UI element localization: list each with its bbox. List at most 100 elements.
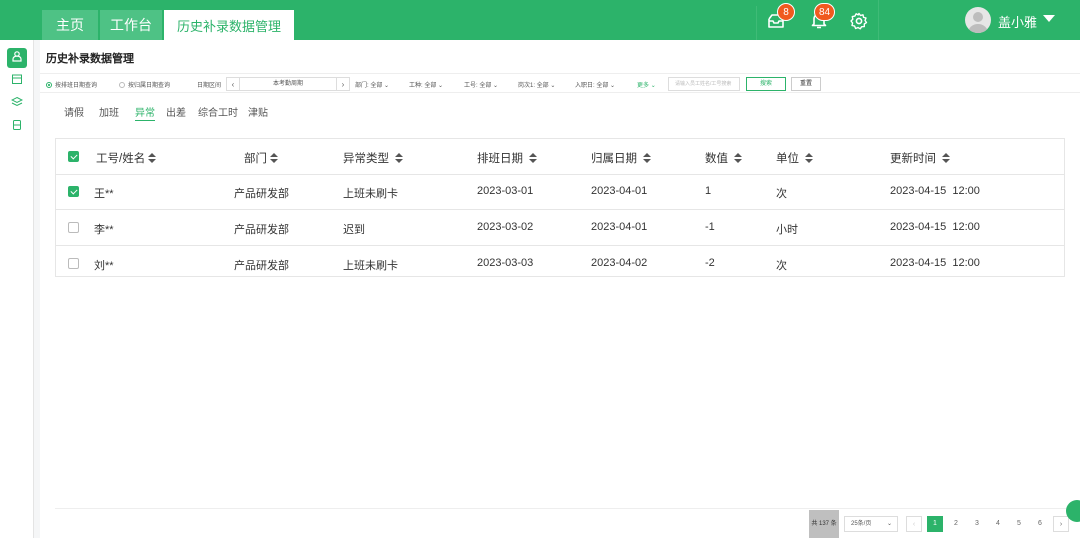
messages-button[interactable]: 8 <box>756 3 795 40</box>
chevron-down-icon[interactable] <box>1043 15 1055 22</box>
chevron-left-icon: ‹ <box>912 521 916 528</box>
page-size-value: 25条/页 <box>851 521 872 527</box>
search-input[interactable]: 请输入员工姓名/工号搜索 <box>668 77 740 91</box>
cell-type: 上班未刷卡 <box>343 188 398 200</box>
divider <box>878 0 879 40</box>
cell-updated: 2023-04-15 12:00 <box>890 221 980 233</box>
filter-more[interactable]: 更多 ⌄ <box>637 80 656 89</box>
header-label: 部门 <box>244 153 267 165</box>
cell-unit: 次 <box>776 188 787 200</box>
page-button-4[interactable]: 4 <box>990 516 1006 532</box>
sort-icon <box>148 153 157 163</box>
column-header-unit[interactable]: 单位 <box>776 150 814 166</box>
sort-icon <box>805 153 814 163</box>
sort-icon <box>643 153 652 163</box>
column-header-schedule-date[interactable]: 排班日期 <box>477 150 538 166</box>
tab-business-trip[interactable]: 出差 <box>166 104 186 119</box>
date-range-picker[interactable]: ‹ 本考勤周期 › <box>226 77 350 91</box>
table-row[interactable]: 王** 产品研发部 上班未刷卡 2023-03-01 2023-04-01 1 … <box>56 174 1064 210</box>
filter-department[interactable]: 部门: 全部 ⌄ <box>355 80 389 89</box>
filter-more-label: 更多 <box>637 83 650 89</box>
layers-icon <box>10 95 24 113</box>
tab-composite-hours[interactable]: 综合工时 <box>198 104 238 119</box>
cell-value: 1 <box>705 185 712 197</box>
cell-schedule-date: 2023-03-03 <box>477 257 534 269</box>
sort-icon <box>529 153 538 163</box>
row-checkbox[interactable] <box>68 186 79 197</box>
radio-label: 按排班日期查询 <box>55 83 98 89</box>
column-header-name[interactable]: 工号/姓名 <box>96 150 157 166</box>
tab-overtime[interactable]: 加班 <box>99 104 119 119</box>
filter-label: 入职日: 全部 <box>575 83 609 89</box>
cell-schedule-date: 2023-03-02 <box>477 221 534 233</box>
chevron-right-icon[interactable]: › <box>337 80 349 89</box>
sidebar-item-database[interactable] <box>7 117 27 137</box>
filter-worktype[interactable]: 工种: 全部 ⌄ <box>409 80 443 89</box>
prev-page-button[interactable]: ‹ <box>906 516 922 532</box>
column-header-value[interactable]: 数值 <box>705 150 743 166</box>
next-page-button[interactable]: › <box>1053 516 1069 532</box>
tab-allowance[interactable]: 津贴 <box>248 104 268 119</box>
chevron-down-icon: ⌄ <box>650 83 656 89</box>
page-size-select[interactable]: 25条/页 ⌄ <box>844 516 898 532</box>
top-navigation-bar: 主页 工作台 历史补录数据管理 8 84 盖小雅 <box>0 0 1080 40</box>
header-label: 单位 <box>776 153 799 165</box>
header-label: 归属日期 <box>591 153 637 165</box>
sort-icon <box>395 153 404 163</box>
chevron-left-icon[interactable]: ‹ <box>227 80 239 89</box>
left-sidebar <box>0 40 34 538</box>
table-row[interactable]: 李** 产品研发部 迟到 2023-03-02 2023-04-01 -1 小时… <box>56 210 1064 246</box>
tab-workbench[interactable]: 工作台 <box>100 10 162 40</box>
header-label: 数值 <box>705 153 728 165</box>
user-card-icon <box>11 49 23 67</box>
row-checkbox[interactable] <box>68 258 79 269</box>
chevron-down-icon: ⌄ <box>550 83 556 89</box>
table-row[interactable]: 刘** 产品研发部 上班未刷卡 2023-03-03 2023-04-02 -2… <box>56 246 1064 282</box>
username[interactable]: 盖小雅 <box>998 12 1037 31</box>
search-button[interactable]: 搜索 <box>746 77 786 91</box>
database-icon <box>11 118 23 136</box>
cell-schedule-date: 2023-03-01 <box>477 185 534 197</box>
tab-home[interactable]: 主页 <box>42 10 98 40</box>
page-button-1[interactable]: 1 <box>927 516 943 532</box>
sort-icon <box>270 153 278 163</box>
column-header-belong-date[interactable]: 归属日期 <box>591 150 652 166</box>
sidebar-item-data[interactable] <box>7 48 27 68</box>
gear-icon <box>850 12 868 35</box>
tab-history-data-management[interactable]: 历史补录数据管理 <box>164 10 294 40</box>
tab-exception[interactable]: 异常 <box>135 104 155 121</box>
radio-checked-icon <box>46 82 52 88</box>
filter-label: 岗次1: 全部 <box>518 83 549 89</box>
settings-button[interactable] <box>840 6 878 40</box>
row-checkbox[interactable] <box>68 222 79 233</box>
column-header-dept[interactable]: 部门 <box>244 150 278 166</box>
page-button-2[interactable]: 2 <box>948 516 964 532</box>
filter-workno[interactable]: 工号: 全部 ⌄ <box>464 80 498 89</box>
notifications-button[interactable]: 84 <box>800 3 838 40</box>
reset-button[interactable]: 重置 <box>791 77 821 91</box>
header-label: 异常类型 <box>343 153 389 165</box>
cell-updated: 2023-04-15 12:00 <box>890 257 980 269</box>
radio-by-belong-date[interactable]: 按归属日期查询 <box>119 80 170 89</box>
main-content: 历史补录数据管理 按排班日期查询 按归属日期查询 日期区间 ‹ 本考勤周期 › … <box>40 40 1080 538</box>
column-header-type[interactable]: 异常类型 <box>343 150 404 166</box>
sidebar-item-layers[interactable] <box>7 94 27 114</box>
cell-name: 李** <box>94 224 114 236</box>
data-table: 工号/姓名 部门 异常类型 排班日期 归属日期 数值 单位 更新时间 王** 产… <box>55 138 1065 277</box>
sidebar-item-calendar[interactable] <box>7 71 27 91</box>
filter-post[interactable]: 岗次1: 全部 ⌄ <box>518 80 555 89</box>
chevron-down-icon: ⌄ <box>493 83 499 89</box>
page-button-3[interactable]: 3 <box>969 516 985 532</box>
header-label: 工号/姓名 <box>96 153 146 165</box>
radio-by-schedule-date[interactable]: 按排班日期查询 <box>46 80 97 89</box>
page-button-6[interactable]: 6 <box>1032 516 1048 532</box>
tab-leave[interactable]: 请假 <box>64 104 84 119</box>
page-button-5[interactable]: 5 <box>1011 516 1027 532</box>
filter-join-date[interactable]: 入职日: 全部 ⌄ <box>575 80 615 89</box>
column-header-updated[interactable]: 更新时间 <box>890 150 951 166</box>
header-label: 排班日期 <box>477 153 523 165</box>
select-all-checkbox[interactable] <box>68 151 79 162</box>
chevron-right-icon: › <box>1059 521 1063 528</box>
avatar[interactable] <box>965 7 991 33</box>
cell-belong-date: 2023-04-01 <box>591 185 648 197</box>
